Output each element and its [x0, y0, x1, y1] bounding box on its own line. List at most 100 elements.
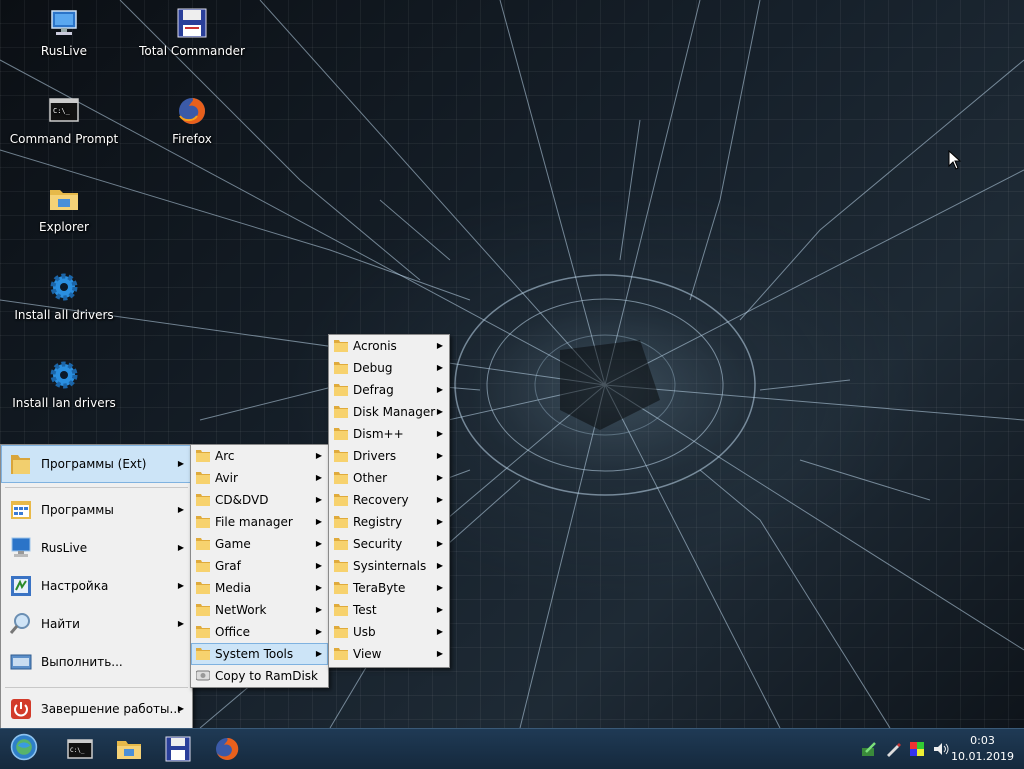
- folder-icon: [334, 604, 348, 616]
- desktop-icon-install-lan-drivers[interactable]: Install lan drivers: [9, 358, 119, 410]
- console-icon: C:\_: [67, 739, 93, 759]
- computer-icon: [11, 537, 31, 557]
- run-icon: [10, 654, 32, 670]
- desktop-icon-command-prompt[interactable]: C:\_ Command Prompt: [9, 94, 119, 146]
- submenu-arrow-icon: ▶: [436, 341, 443, 350]
- menu-item-security[interactable]: Security ▶: [329, 533, 449, 555]
- menu-item-label: View: [353, 647, 382, 661]
- taskbar-firefox-button[interactable]: [211, 733, 243, 765]
- menu-item-label: Test: [353, 603, 377, 617]
- submenu-arrow-icon: ▶: [436, 363, 443, 372]
- submenu-arrow-icon: ▶: [315, 561, 322, 570]
- submenu-arrow-icon: ▶: [315, 649, 322, 658]
- menu-item-label: Avir: [215, 471, 238, 485]
- submenu-arrow-icon: ▶: [177, 619, 184, 628]
- start-menu-separator: [5, 487, 188, 488]
- menu-item-usb[interactable]: Usb ▶: [329, 621, 449, 643]
- submenu-arrow-icon: ▶: [436, 627, 443, 636]
- computer-icon: [47, 6, 81, 40]
- menu-item-label: Dism++: [353, 427, 404, 441]
- shutdown-icon: [11, 699, 31, 719]
- menu-item-graf[interactable]: Graf ▶: [191, 555, 328, 577]
- menu-item-arc[interactable]: Arc ▶: [191, 445, 328, 467]
- system-clock[interactable]: 0:03 10.01.2019: [951, 733, 1014, 765]
- menu-item-drivers[interactable]: Drivers ▶: [329, 445, 449, 467]
- desktop-icon-explorer[interactable]: Explorer: [9, 182, 119, 234]
- firefox-icon: [175, 94, 209, 128]
- submenu-arrow-icon: ▶: [315, 627, 322, 636]
- start-menu: Программы (Ext) ▶ Программы ▶ RusLive ▶ …: [0, 444, 193, 730]
- start-menu-item-label: Выполнить...: [41, 655, 123, 669]
- folder-icon: [334, 428, 348, 440]
- start-menu-item-run[interactable]: Выполнить...: [1, 643, 192, 681]
- network-icon[interactable]: [860, 740, 878, 758]
- menu-item-debug[interactable]: Debug ▶: [329, 357, 449, 379]
- folder-icon: [196, 648, 210, 660]
- start-menu-item-label: Программы: [41, 503, 114, 517]
- menu-item-registry[interactable]: Registry ▶: [329, 511, 449, 533]
- folder-icon: [334, 450, 348, 462]
- start-orb-icon: [10, 733, 38, 761]
- menu-item-copy-to-ramdisk[interactable]: Copy to RamDisk: [191, 665, 328, 687]
- menu-item-label: Drivers: [353, 449, 397, 463]
- menu-item-test[interactable]: Test ▶: [329, 599, 449, 621]
- menu-item-dism[interactable]: Dism++ ▶: [329, 423, 449, 445]
- start-menu-item-search[interactable]: Найти ▶: [1, 605, 192, 643]
- svg-text:C:\_: C:\_: [70, 747, 85, 754]
- menu-item-cd-dvd[interactable]: CD&DVD ▶: [191, 489, 328, 511]
- start-menu-item-label: Найти: [41, 617, 80, 631]
- submenu-arrow-icon: ▶: [177, 543, 184, 552]
- menu-item-office[interactable]: Office ▶: [191, 621, 328, 643]
- menu-item-acronis[interactable]: Acronis ▶: [329, 335, 449, 357]
- gear-icon: [47, 358, 81, 392]
- menu-item-defrag[interactable]: Defrag ▶: [329, 379, 449, 401]
- taskbar-total-commander-button[interactable]: [162, 733, 194, 765]
- desktop-icon-label: Firefox: [172, 132, 212, 146]
- menu-item-label: Office: [215, 625, 251, 639]
- start-menu-item-ruslive[interactable]: RusLive ▶: [1, 529, 192, 567]
- submenu-arrow-icon: ▶: [436, 517, 443, 526]
- folder-icon: [11, 455, 30, 474]
- start-menu-item-programs[interactable]: Программы ▶: [1, 491, 192, 529]
- menu-item-sysinternals[interactable]: Sysinternals ▶: [329, 555, 449, 577]
- menu-item-media[interactable]: Media ▶: [191, 577, 328, 599]
- desktop-icon-firefox[interactable]: Firefox: [137, 94, 247, 146]
- menu-item-network[interactable]: NetWork ▶: [191, 599, 328, 621]
- menu-item-label: Other: [353, 471, 388, 485]
- menu-item-label: TeraByte: [353, 581, 406, 595]
- menu-item-terabyte[interactable]: TeraByte ▶: [329, 577, 449, 599]
- folder-icon: [334, 340, 348, 352]
- start-menu-item-shutdown[interactable]: Завершение работы... ▶: [1, 690, 192, 728]
- menu-item-recovery[interactable]: Recovery ▶: [329, 489, 449, 511]
- start-menu-item-settings[interactable]: Настройка ▶: [1, 567, 192, 605]
- folder-icon: [334, 406, 348, 418]
- color-icon[interactable]: [908, 740, 926, 758]
- firefox-icon: [216, 737, 239, 760]
- desktop-icon-install-all-drivers[interactable]: Install all drivers: [9, 270, 119, 322]
- taskbar-explorer-button[interactable]: [113, 733, 145, 765]
- menu-item-label: CD&DVD: [215, 493, 269, 507]
- submenu-arrow-icon: ▶: [436, 561, 443, 570]
- menu-item-other[interactable]: Other ▶: [329, 467, 449, 489]
- menu-item-game[interactable]: Game ▶: [191, 533, 328, 555]
- desktop-icon-total-commander[interactable]: Total Commander: [137, 6, 247, 58]
- floppy-disk-icon: [175, 6, 209, 40]
- floppy-disk-icon: [165, 736, 191, 762]
- menu-item-system-tools[interactable]: System Tools ▶: [191, 643, 328, 665]
- menu-item-view[interactable]: View ▶: [329, 643, 449, 665]
- menu-item-label: File manager: [215, 515, 293, 529]
- svg-text:C:\_: C:\_: [53, 107, 71, 115]
- start-menu-item-programs-ext[interactable]: Программы (Ext) ▶: [1, 445, 192, 483]
- start-button[interactable]: [8, 731, 44, 767]
- desktop-icon-ruslive[interactable]: RusLive: [9, 6, 119, 58]
- menu-item-disk-manager[interactable]: Disk Manager ▶: [329, 401, 449, 423]
- menu-item-file-manager[interactable]: File manager ▶: [191, 511, 328, 533]
- menu-item-avir[interactable]: Avir ▶: [191, 467, 328, 489]
- menu-item-label: Registry: [353, 515, 403, 529]
- volume-icon[interactable]: [932, 740, 950, 758]
- taskbar-console-button[interactable]: C:\_: [64, 733, 96, 765]
- menu-item-label: Arc: [215, 449, 235, 463]
- magnifier-icon: [9, 613, 30, 634]
- pen-icon[interactable]: [884, 740, 902, 758]
- submenu-arrow-icon: ▶: [315, 495, 322, 504]
